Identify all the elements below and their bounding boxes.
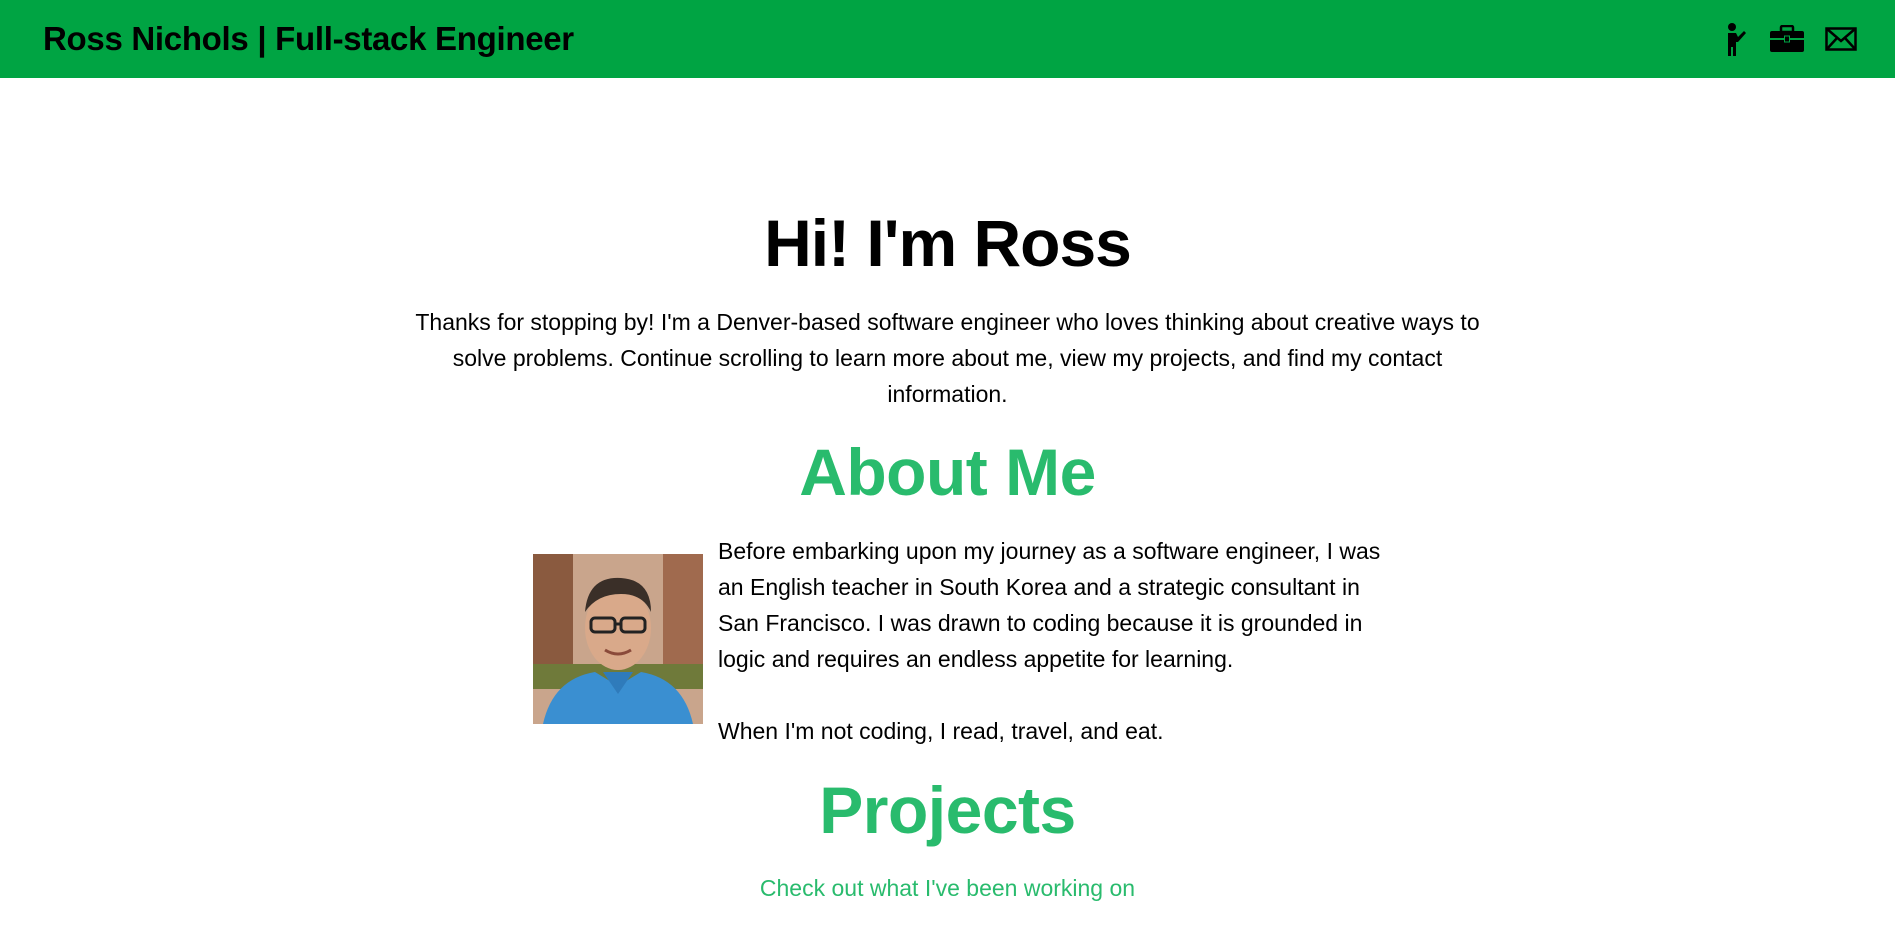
projects-title: Projects: [819, 773, 1076, 847]
envelope-icon[interactable]: [1823, 21, 1859, 57]
about-text: Before embarking upon my journey as a so…: [718, 533, 1388, 749]
brand-title[interactable]: Ross Nichols | Full-stack Engineer: [43, 20, 574, 58]
projects-subtitle: Check out what I've been working on: [759, 875, 1136, 901]
about-title: About Me: [799, 435, 1096, 509]
presenter-icon[interactable]: [1715, 21, 1751, 57]
briefcase-icon[interactable]: [1769, 21, 1805, 57]
profile-photo: [533, 554, 703, 724]
hero-title: Hi! I'm Ross: [764, 206, 1132, 280]
about-paragraph-1: Before embarking upon my journey as a so…: [718, 538, 1381, 672]
hero-text: Thanks for stopping by! I'm a Denver-bas…: [415, 309, 1480, 407]
about-paragraph-2: When I'm not coding, I read, travel, and…: [718, 718, 1164, 744]
nav-icons: [1715, 21, 1859, 57]
navbar: Ross Nichols | Full-stack Engineer: [0, 0, 1895, 78]
